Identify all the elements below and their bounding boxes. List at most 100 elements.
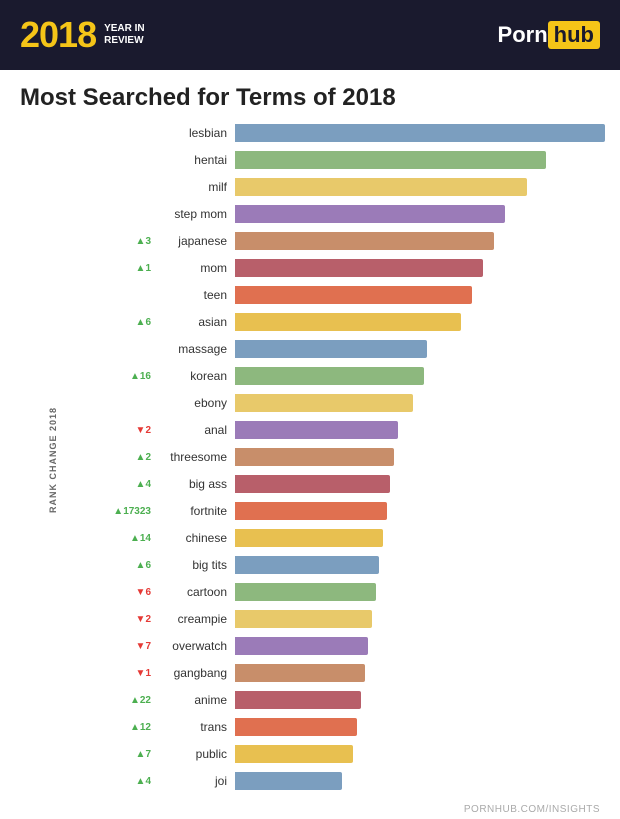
year-sub-line2: REVIEW: [104, 35, 143, 47]
rank-number: 3: [145, 236, 151, 247]
rank-number: 6: [145, 560, 151, 571]
bar-row: lesbian: [80, 120, 605, 146]
bar: [235, 637, 368, 655]
rank-up-icon: [136, 263, 146, 274]
bar-container: [235, 768, 605, 794]
term-label: anal: [155, 423, 235, 437]
rank-number: 17323: [123, 506, 151, 517]
bar-container: [235, 309, 605, 335]
term-label: big ass: [155, 477, 235, 491]
rank-number: 4: [145, 479, 151, 490]
rank-badge: 6: [80, 560, 155, 571]
bar: [235, 610, 372, 628]
term-label: trans: [155, 720, 235, 734]
pornhub-logo: Porn hub: [498, 21, 600, 49]
bar: [235, 772, 342, 790]
bar-row: 2 threesome: [80, 444, 605, 470]
bar: [235, 313, 461, 331]
bar-container: [235, 174, 605, 200]
bar-container: [235, 471, 605, 497]
bar-row: 7 public: [80, 741, 605, 767]
bar: [235, 367, 424, 385]
rank-number: 4: [145, 776, 151, 787]
bar: [235, 448, 394, 466]
bar-container: [235, 282, 605, 308]
bar-row: 7 overwatch: [80, 633, 605, 659]
bar: [235, 691, 361, 709]
rank-badge: 12: [80, 722, 155, 733]
term-label: creampie: [155, 612, 235, 626]
logo-porn: Porn: [498, 22, 548, 48]
rank-down-icon: [136, 587, 146, 598]
term-label: gangbang: [155, 666, 235, 680]
bar: [235, 232, 494, 250]
rank-number: 2: [145, 614, 151, 625]
bar-row: 4joi: [80, 768, 605, 794]
term-label: big tits: [155, 558, 235, 572]
rank-badge: 1: [80, 263, 155, 274]
page-title: Most Searched for Terms of 2018: [0, 70, 620, 120]
bar: [235, 556, 379, 574]
rank-number: 16: [140, 371, 151, 382]
bar-row: 4 big ass: [80, 471, 605, 497]
rank-number: 6: [145, 317, 151, 328]
bar-container: [235, 741, 605, 767]
rank-number: 2: [145, 452, 151, 463]
bar-container: [235, 579, 605, 605]
rank-number: 7: [145, 749, 151, 760]
bar: [235, 421, 398, 439]
bars-section: lesbianhentaimilfstep mom 3japanese 1mom…: [80, 120, 605, 800]
rank-number: 1: [145, 668, 151, 679]
rank-up-icon: [136, 452, 146, 463]
chart-area: RANK CHANGE 2018 lesbianhentaimilfstep m…: [0, 120, 620, 800]
bar-row: 12 trans: [80, 714, 605, 740]
bar: [235, 529, 383, 547]
rank-badge: 3: [80, 236, 155, 247]
bar-container: [235, 147, 605, 173]
rank-badge: 2: [80, 425, 155, 436]
bar-row: ebony: [80, 390, 605, 416]
bar: [235, 664, 365, 682]
bar: [235, 502, 387, 520]
footer-url: PORNHUB.COM/INSIGHTS: [0, 800, 620, 819]
term-label: fortnite: [155, 504, 235, 518]
term-label: milf: [155, 180, 235, 194]
bar-container: [235, 606, 605, 632]
bar-row: 3 japanese: [80, 228, 605, 254]
rank-badge: 16: [80, 371, 155, 382]
bar: [235, 583, 376, 601]
rank-badge: 7: [80, 749, 155, 760]
year-sub-line1: YEAR IN: [104, 23, 145, 35]
term-label: overwatch: [155, 639, 235, 653]
bar: [235, 718, 357, 736]
bar-row: 1 gangbang: [80, 660, 605, 686]
term-label: threesome: [155, 450, 235, 464]
bar-container: [235, 120, 605, 146]
bar-row: 16korean: [80, 363, 605, 389]
term-label: japanese: [155, 234, 235, 248]
bar-row: teen: [80, 282, 605, 308]
rank-number: 14: [140, 533, 151, 544]
term-label: teen: [155, 288, 235, 302]
bar-row: 1mom: [80, 255, 605, 281]
term-label: public: [155, 747, 235, 761]
rank-label-column: RANK CHANGE 2018: [0, 120, 80, 800]
rank-badge: 22: [80, 695, 155, 706]
logo-hub: hub: [548, 21, 600, 49]
term-label: hentai: [155, 153, 235, 167]
year-subtitle: YEAR IN REVIEW: [104, 23, 145, 47]
bar-container: [235, 201, 605, 227]
bar-container: [235, 525, 605, 551]
bar: [235, 259, 483, 277]
bar-container: [235, 228, 605, 254]
rank-badge: 6: [80, 587, 155, 598]
term-label: chinese: [155, 531, 235, 545]
bar-row: 17323 fortnite: [80, 498, 605, 524]
rank-badge: 4: [80, 776, 155, 787]
year-logo: 2018 YEAR IN REVIEW: [20, 17, 145, 53]
rank-number: 7: [145, 641, 151, 652]
rank-number: 22: [140, 695, 151, 706]
bar-container: [235, 714, 605, 740]
rank-number: 12: [140, 722, 151, 733]
rank-up-icon: [136, 317, 146, 328]
